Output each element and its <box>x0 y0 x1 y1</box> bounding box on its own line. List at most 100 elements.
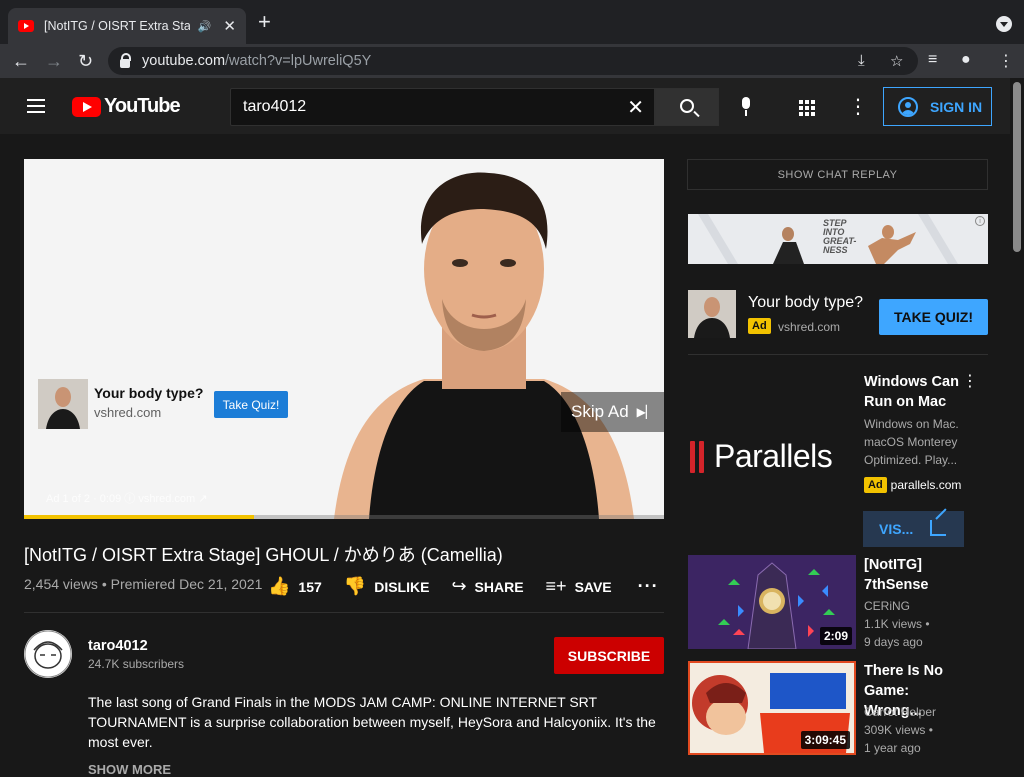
parallels-ad-title[interactable]: Windows Can Run on Mac <box>864 372 964 412</box>
profile-icon[interactable]: ● <box>961 51 971 69</box>
visit-label: VIS... <box>879 521 914 537</box>
speaker-icon[interactable]: 🔊 <box>198 20 212 33</box>
youtube-header: YouTube taro4012 ✕ ⋮ SIGN IN <box>0 78 1024 134</box>
like-button[interactable]: 👍 157 <box>268 576 322 597</box>
overlay-ad-card[interactable]: Your body type? vshred.com Take Quiz! <box>38 379 288 429</box>
parallels-ad-meta: Ad parallels.com <box>864 477 961 493</box>
playlist-add-icon: ≡+ <box>545 576 567 596</box>
video-meta: 2,454 views • Premiered Dec 21, 2021 <box>24 576 263 592</box>
sidebar-divider <box>688 354 988 355</box>
parallels-ad[interactable]: Parallels Windows Can Run on Mac ⋮ Windo… <box>688 370 988 548</box>
share-button[interactable]: ↪ SHARE <box>451 576 523 597</box>
ad-badge: Ad <box>864 477 887 493</box>
recommendation-item[interactable]: 2:09 [NotITG] 7thSense CERiNG 1.1K views… <box>688 555 988 649</box>
video-player[interactable]: Your body type? vshred.com Take Quiz! Sk… <box>24 159 664 519</box>
media-queue-icon[interactable]: ≡ <box>928 51 937 69</box>
channel-name[interactable]: Carrot Helper <box>864 705 936 719</box>
save-label: SAVE <box>574 578 612 595</box>
video-duration: 2:09 <box>819 627 852 645</box>
address-bar[interactable]: youtube.com/watch?v=lpUwreliQ5Y ⤓ ☆ <box>108 47 918 75</box>
bookmark-star-icon[interactable]: ☆ <box>890 52 903 70</box>
share-label: SHARE <box>474 578 524 595</box>
ad-info-icon[interactable]: i <box>975 216 985 226</box>
browser-tab[interactable]: [NotITG / OISRT Extra Stag 🔊 ✕ <box>8 8 246 44</box>
video-actions: 👍 157 👎 DISLIKE ↪ SHARE ≡+ SAVE ··· <box>268 576 659 597</box>
channel-avatar[interactable] <box>24 630 72 678</box>
url-host: youtube.com <box>142 53 226 69</box>
ad-text-block: Your body type? vshred.com <box>94 379 203 420</box>
account-icon <box>898 96 918 117</box>
ad-title[interactable]: Your body type? <box>94 385 203 401</box>
save-button[interactable]: ≡+ SAVE <box>546 576 612 597</box>
clear-search-icon[interactable]: ✕ <box>627 95 644 120</box>
skip-ad-button[interactable]: Skip Ad ▶▏ <box>561 392 664 432</box>
menu-icon[interactable] <box>27 99 45 113</box>
tab-search-icon[interactable] <box>996 16 1012 32</box>
open-external-icon <box>930 520 946 536</box>
url-text: youtube.com/watch?v=lpUwreliQ5Y <box>142 53 371 69</box>
take-quiz-button[interactable]: Take Quiz! <box>214 391 288 418</box>
parallels-logo[interactable]: Parallels <box>690 438 833 475</box>
browser-tab-bar: [NotITG / OISRT Extra Stag 🔊 ✕ + <box>0 0 1024 44</box>
sign-in-button[interactable]: SIGN IN <box>883 87 992 126</box>
parallels-bars-icon <box>690 440 708 473</box>
channel-name[interactable]: taro4012 <box>88 638 148 654</box>
new-tab-button[interactable]: + <box>258 11 271 33</box>
show-more-button[interactable]: SHOW MORE <box>88 762 171 777</box>
url-path: /watch?v=lpUwreliQ5Y <box>225 53 372 69</box>
youtube-logo[interactable]: YouTube <box>72 95 181 118</box>
back-icon[interactable]: ← <box>12 50 30 72</box>
search-query: taro4012 <box>243 98 307 115</box>
parallels-ad-description: Windows on Mac. macOS Monterey Optimized… <box>864 417 959 467</box>
skip-next-icon: ▶▏ <box>636 405 656 419</box>
parallels-logo-text: Parallels <box>714 438 833 474</box>
page-scrollbar[interactable] <box>1010 78 1024 768</box>
more-actions-icon[interactable]: ··· <box>638 576 659 597</box>
apps-icon[interactable] <box>799 100 815 116</box>
sidebar-ad-title[interactable]: Your body type? <box>748 294 863 312</box>
video-thumbnail[interactable]: 2:09 <box>688 555 856 649</box>
show-chat-replay-button[interactable]: SHOW CHAT REPLAY <box>687 159 988 190</box>
forward-icon[interactable]: → <box>45 50 63 72</box>
video-title: [NotITG / OISRT Extra Stage] GHOUL / かめり… <box>24 545 503 565</box>
video-thumbnail[interactable]: 3:09:45 <box>688 661 856 755</box>
browser-menu-icon[interactable]: ⋮ <box>998 51 1014 71</box>
scrollbar-thumb[interactable] <box>1013 82 1021 252</box>
video-title[interactable]: [NotITG] 7thSense <box>864 555 969 595</box>
subscribe-button[interactable]: SUBSCRIBE <box>554 637 664 674</box>
share-icon: ↪ <box>451 576 467 596</box>
video-description: The last song of Grand Finals in the MOD… <box>88 694 656 750</box>
sidebar-ad-thumbnail[interactable] <box>688 290 736 338</box>
more-options-icon[interactable]: ⋮ <box>962 374 978 390</box>
ad-badge: Ad <box>748 318 771 334</box>
tab-title: [NotITG / OISRT Extra Stag <box>44 19 190 33</box>
install-icon[interactable]: ⤓ <box>858 52 865 69</box>
ad-video-frame <box>334 172 634 519</box>
search-button[interactable] <box>655 88 719 126</box>
video-duration: 3:09:45 <box>800 731 850 749</box>
youtube-play-icon <box>72 96 101 117</box>
search-input[interactable]: taro4012 ✕ <box>230 88 655 126</box>
sidebar-ad-domain: vshred.com <box>778 320 841 334</box>
channel-name[interactable]: CERiNG <box>864 599 910 613</box>
thumbs-up-icon: 👍 <box>268 576 291 596</box>
recommendation-item[interactable]: 3:09:45 There Is No Game: Wrong... Carro… <box>688 661 988 755</box>
visit-site-button[interactable]: VIS... <box>863 511 964 547</box>
divider <box>24 612 664 613</box>
youtube-favicon-icon <box>18 20 34 32</box>
settings-more-icon[interactable]: ⋮ <box>848 97 868 117</box>
sidebar-take-quiz-button[interactable]: TAKE QUIZ! <box>879 299 988 335</box>
banner-ad[interactable]: STEP INTO GREAT- NESS i <box>688 214 988 264</box>
lock-icon[interactable] <box>120 52 131 68</box>
upload-age: 9 days ago <box>864 635 923 649</box>
reload-icon[interactable]: ↻ <box>78 50 93 72</box>
search-icon <box>680 99 694 113</box>
like-count: 157 <box>298 578 322 595</box>
ad-thumbnail[interactable] <box>38 379 88 429</box>
dislike-button[interactable]: 👎 DISLIKE <box>344 576 430 597</box>
ad-domain[interactable]: vshred.com <box>94 405 203 420</box>
close-tab-icon[interactable]: ✕ <box>223 17 236 35</box>
microphone-icon[interactable] <box>740 97 752 117</box>
upload-age: 1 year ago <box>864 741 921 755</box>
thumbs-down-icon: 👎 <box>343 576 367 596</box>
